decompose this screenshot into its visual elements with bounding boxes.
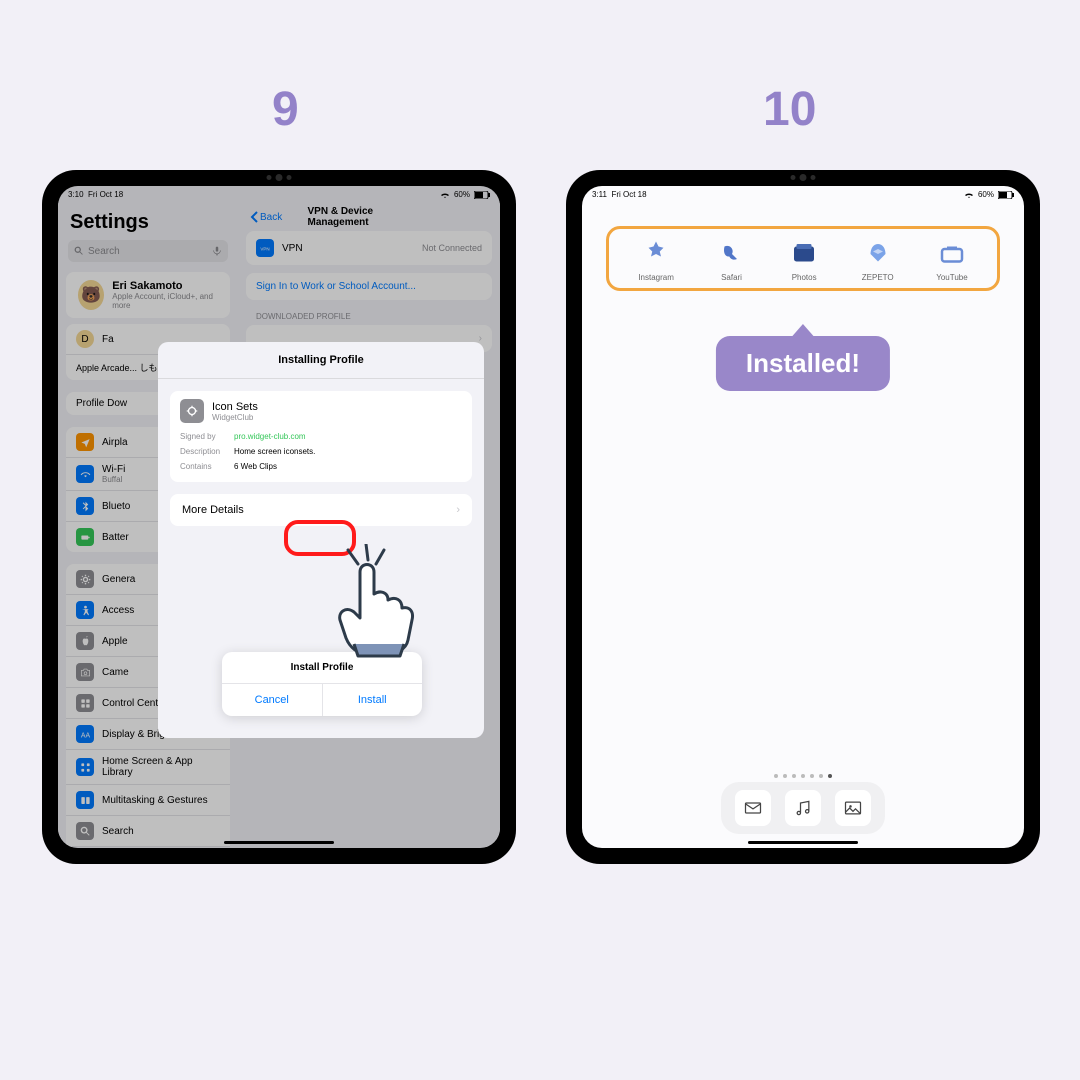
sidebar-item-multitasking[interactable]: Multitasking & Gestures	[66, 785, 230, 816]
ipad-frame: 3:10 Fri Oct 18 60% Settings Search 🐻 Er…	[42, 170, 516, 864]
installed-icons-highlight: Instagram Safari Photos ZEPETO YouTube	[606, 226, 1000, 291]
battery-icon	[998, 191, 1014, 199]
dock	[721, 782, 885, 834]
signin-row[interactable]: Sign In to Work or School Account...	[246, 273, 492, 300]
dock-app-photos[interactable]	[835, 790, 871, 826]
sidebar-item-search[interactable]: Search	[66, 816, 230, 847]
photo-icon	[843, 798, 863, 818]
app-youtube[interactable]: YouTube	[936, 239, 967, 282]
step-number: 10	[763, 82, 816, 137]
section-header: DOWNLOADED PROFILE	[246, 308, 492, 325]
app-photos[interactable]: Photos	[789, 239, 819, 282]
svg-text:VPN: VPN	[260, 246, 269, 251]
dock-app-music[interactable]	[785, 790, 821, 826]
home-indicator[interactable]	[224, 841, 334, 844]
battery-icon	[474, 191, 490, 199]
ipad-frame: 3:11 Fri Oct 18 60% Instagram Safari Pho…	[566, 170, 1040, 864]
apple-id-row[interactable]: 🐻 Eri SakamotoApple Account, iCloud+, an…	[66, 272, 230, 318]
status-bar: 3:11 Fri Oct 18 60%	[582, 186, 1024, 203]
wifi-icon	[964, 191, 974, 199]
camera-notch	[791, 174, 816, 181]
app-zepeto[interactable]: ZEPETO	[862, 239, 894, 282]
back-button[interactable]: Back	[250, 211, 282, 223]
page-indicator[interactable]	[774, 774, 832, 778]
installed-callout: Installed!	[716, 336, 890, 391]
avatar: 🐻	[78, 280, 104, 310]
camera-notch	[267, 174, 292, 181]
chevron-left-icon	[250, 211, 258, 223]
music-icon	[793, 798, 813, 818]
dock-app-mail[interactable]	[735, 790, 771, 826]
install-button[interactable]: Install	[323, 684, 423, 716]
search-input[interactable]: Search	[68, 240, 228, 262]
profile-card: Icon SetsWidgetClub Signed bypro.widget-…	[170, 391, 472, 482]
pointer-hand-icon	[318, 544, 438, 664]
svg-text:AA: AA	[80, 732, 90, 739]
vpn-row[interactable]: VPN VPN Not Connected	[246, 231, 492, 265]
sidebar-item-homescreen[interactable]: Home Screen & App Library	[66, 750, 230, 785]
modal-title: Installing Profile	[158, 342, 484, 379]
app-instagram[interactable]: Instagram	[638, 239, 674, 282]
status-bar: 3:10 Fri Oct 18 60%	[58, 186, 500, 203]
settings-title: Settings	[58, 203, 238, 240]
mail-icon	[743, 798, 763, 818]
search-icon	[74, 246, 84, 256]
app-safari[interactable]: Safari	[717, 239, 747, 282]
mic-icon	[212, 246, 222, 256]
detail-title: VPN & Device Management	[308, 206, 431, 228]
profile-icon	[180, 399, 204, 423]
home-indicator[interactable]	[748, 841, 858, 844]
wifi-icon	[440, 191, 450, 199]
step-number: 9	[272, 82, 299, 137]
cancel-button[interactable]: Cancel	[222, 684, 323, 716]
